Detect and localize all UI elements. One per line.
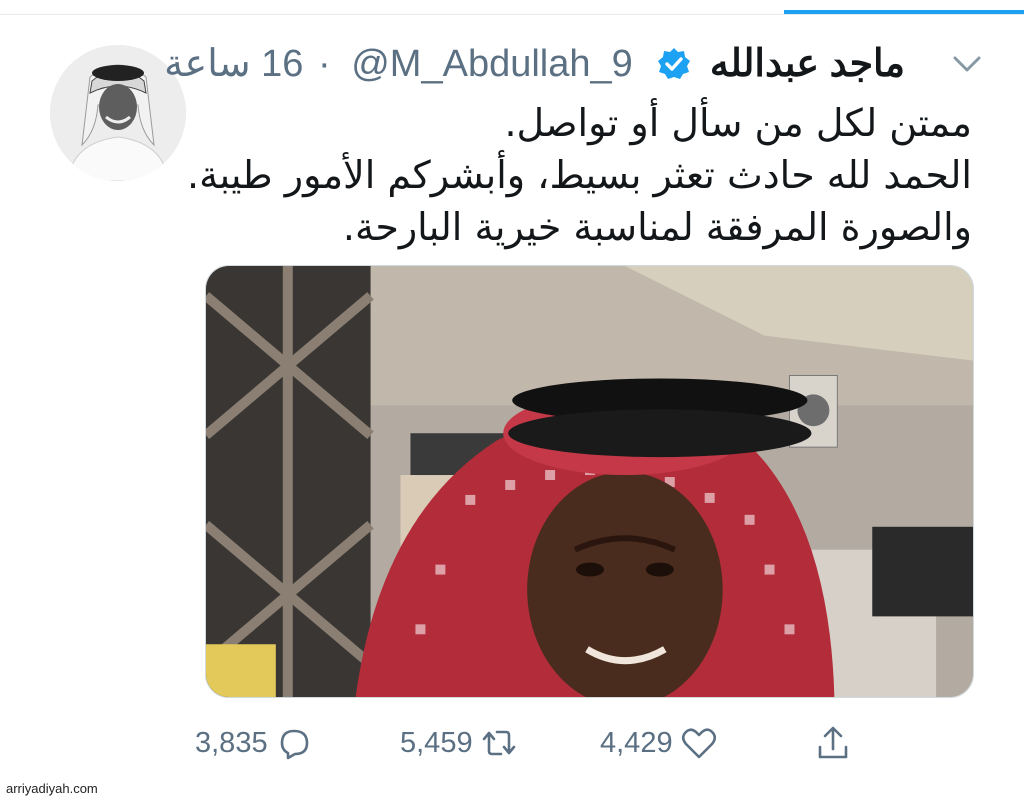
heart-icon [681, 728, 716, 759]
like-count: 4,429 [600, 726, 673, 759]
tweet-text: ممتن لكل من سأل أو تواصل. الحمد لله حادث… [187, 97, 972, 253]
share-button[interactable] [813, 715, 853, 771]
tweet-actions: 3,835 5,459 4,429 [195, 715, 995, 771]
tweet-meta: ماجد عبدالله @M_Abdullah_9 · 16 ساعة [164, 40, 905, 88]
retweet-count: 5,459 [400, 726, 473, 759]
tab-indicator [784, 10, 1024, 14]
retweet-icon [482, 730, 515, 756]
reply-button[interactable]: 3,835 [195, 715, 314, 771]
display-name[interactable]: ماجد عبدالله [710, 40, 905, 88]
verified-badge-icon [658, 48, 691, 79]
chevron-down-icon[interactable] [950, 52, 984, 76]
meta-separator: · [318, 43, 331, 85]
user-handle[interactable]: @M_Abdullah_9 [351, 40, 633, 88]
watermark: arriyadiyah.com [6, 781, 98, 796]
timestamp[interactable]: 16 ساعة [164, 40, 303, 88]
reply-icon [280, 729, 308, 760]
tweet-text-line: والصورة المرفقة لمناسبة خيرية البارحة. [342, 205, 972, 249]
tweet-text-line: ممتن لكل من سأل أو تواصل. [504, 101, 972, 145]
like-button[interactable]: 4,429 [600, 715, 719, 771]
retweet-button[interactable]: 5,459 [400, 715, 519, 771]
tweet-header: ماجد عبدالله @M_Abdullah_9 · 16 ساعة [164, 40, 985, 88]
share-icon [818, 726, 848, 759]
photo-image [206, 266, 973, 697]
tweet-media-photo[interactable] [205, 265, 974, 698]
reply-count: 3,835 [195, 726, 268, 759]
tweet-text-line: الحمد لله حادث تعثر بسيط، وأبشركم الأمور… [187, 153, 972, 197]
top-divider [0, 14, 1024, 15]
